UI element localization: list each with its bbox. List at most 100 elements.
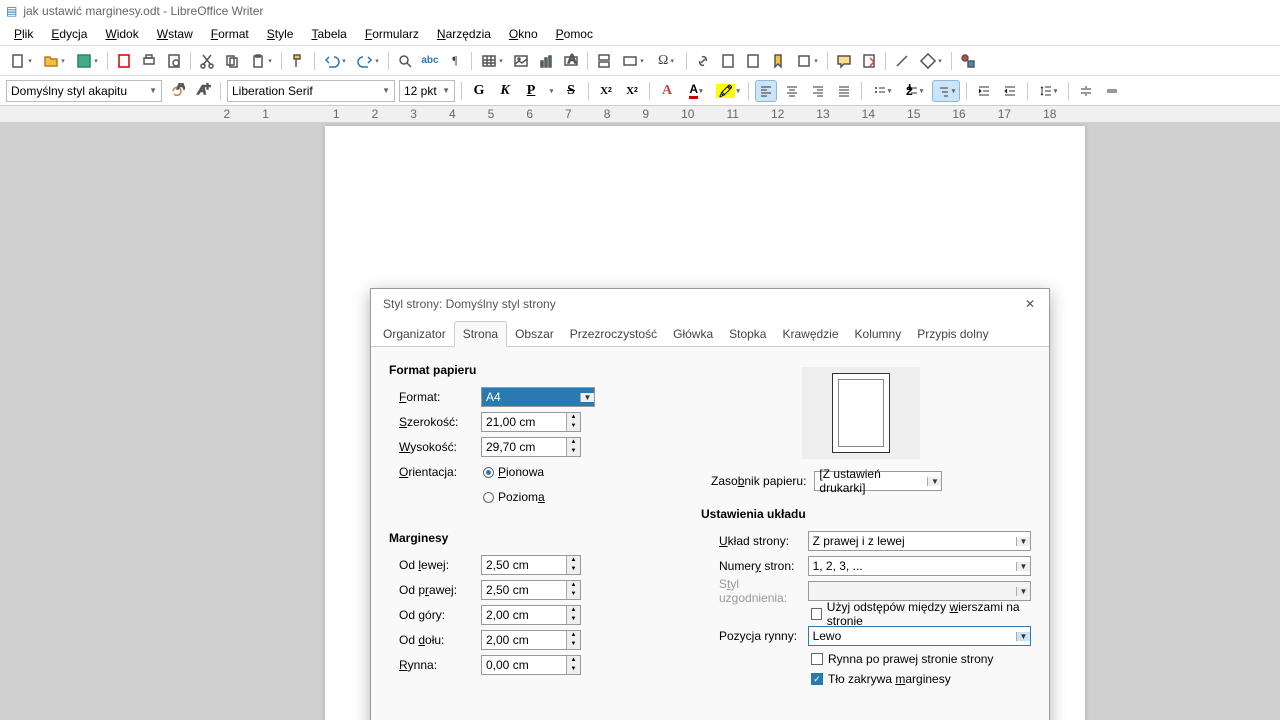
font-name-combo[interactable]: Liberation Serif▼ [227, 80, 395, 102]
redo-icon[interactable] [353, 50, 383, 72]
number-list-button[interactable]: 12 [900, 80, 928, 102]
cut-icon[interactable] [196, 50, 218, 72]
hyperlink-icon[interactable] [692, 50, 714, 72]
width-input[interactable]: 21,00 cm▲▼ [481, 412, 581, 432]
find-icon[interactable] [394, 50, 416, 72]
save-icon[interactable] [72, 50, 102, 72]
paper-tray-select[interactable]: [Z ustawień drukarki]▼ [814, 471, 942, 491]
dec-indent-button[interactable] [999, 80, 1021, 102]
textbox-icon[interactable]: A [560, 50, 582, 72]
inc-para-spacing-button[interactable] [1075, 80, 1097, 102]
margin-top-input[interactable]: 2,00 cm▲▼ [481, 605, 581, 625]
menu-window[interactable]: Okno [501, 25, 546, 43]
dec-para-spacing-button[interactable] [1101, 80, 1123, 102]
menu-edit[interactable]: Edycja [43, 25, 95, 43]
basic-shapes-icon[interactable] [916, 50, 946, 72]
inc-indent-button[interactable] [973, 80, 995, 102]
menu-insert[interactable]: Wstaw [149, 25, 201, 43]
field-icon[interactable] [618, 50, 648, 72]
align-left-button[interactable] [755, 80, 777, 102]
table-icon[interactable] [477, 50, 507, 72]
export-pdf-icon[interactable] [113, 50, 135, 72]
tab-footer[interactable]: Stopka [721, 322, 774, 346]
margin-bottom-input[interactable]: 2,00 cm▲▼ [481, 630, 581, 650]
gutter-input[interactable]: 0,00 cm▲▼ [481, 655, 581, 675]
tab-borders[interactable]: Krawędzie [774, 322, 846, 346]
open-icon[interactable] [39, 50, 69, 72]
page-break-icon[interactable] [593, 50, 615, 72]
bookmark-icon[interactable] [767, 50, 789, 72]
clone-formatting-icon[interactable] [287, 50, 309, 72]
height-input[interactable]: 29,70 cm▲▼ [481, 437, 581, 457]
subscript-button[interactable]: X2 [621, 80, 643, 102]
orientation-portrait-radio[interactable]: Pionowa [481, 463, 544, 481]
cross-ref-icon[interactable] [792, 50, 822, 72]
comment-icon[interactable] [833, 50, 855, 72]
endnote-icon[interactable] [742, 50, 764, 72]
close-icon[interactable]: ✕ [1021, 295, 1039, 313]
page-numbers-select[interactable]: 1, 2, 3, ...▼ [808, 556, 1031, 576]
spellcheck-icon[interactable]: abc [419, 50, 441, 72]
use-spacing-checkbox[interactable]: Użyj odstępów między wierszami na stroni… [811, 604, 1031, 624]
menu-format[interactable]: Format [203, 25, 257, 43]
gutter-right-checkbox[interactable]: Rynna po prawej stronie strony [811, 649, 1031, 669]
line-icon[interactable] [891, 50, 913, 72]
menu-view[interactable]: Widok [97, 25, 146, 43]
paste-icon[interactable] [246, 50, 276, 72]
font-color-icon[interactable]: A [682, 80, 710, 102]
bold-button[interactable]: G [468, 80, 490, 102]
highlight-icon[interactable]: 🖍 [714, 80, 742, 102]
outline-button[interactable] [932, 80, 960, 102]
new-icon[interactable] [6, 50, 36, 72]
horizontal-ruler[interactable]: 21123456789101112131415161718 [0, 106, 1280, 122]
menu-bar[interactable]: Plik Edycja Widok Wstaw Format Style Tab… [0, 22, 1280, 46]
tab-area[interactable]: Obszar [507, 322, 562, 346]
footnote-icon[interactable] [717, 50, 739, 72]
page-layout-select[interactable]: Z prawej i z lewej▼ [808, 531, 1031, 551]
tab-header[interactable]: Główka [665, 322, 721, 346]
align-right-button[interactable] [807, 80, 829, 102]
tab-columns[interactable]: Kolumny [847, 322, 910, 346]
chart-icon[interactable] [535, 50, 557, 72]
update-style-icon[interactable]: A [166, 80, 188, 102]
formatting-marks-icon[interactable]: ¶ [444, 50, 466, 72]
clear-formatting-icon[interactable]: A [656, 80, 678, 102]
print-icon[interactable] [138, 50, 160, 72]
special-char-icon[interactable]: Ω [651, 50, 681, 72]
margin-bottom-label: Od dołu: [389, 633, 481, 647]
print-preview-icon[interactable] [163, 50, 185, 72]
superscript-button[interactable]: X2 [595, 80, 617, 102]
tab-footnote[interactable]: Przypis dolny [909, 322, 996, 346]
paragraph-style-combo[interactable]: Domyślny styl akapitu▼ [6, 80, 162, 102]
gutter-pos-select[interactable]: Lewo▼ [808, 626, 1031, 646]
margin-right-input[interactable]: 2,50 cm▲▼ [481, 580, 581, 600]
track-changes-icon[interactable] [858, 50, 880, 72]
copy-icon[interactable] [221, 50, 243, 72]
orientation-landscape-radio[interactable]: Pozioma [481, 488, 545, 506]
tab-organizer[interactable]: Organizator [375, 322, 454, 346]
underline-dd[interactable] [546, 80, 556, 102]
underline-button[interactable]: P [520, 80, 542, 102]
bullet-list-button[interactable] [868, 80, 896, 102]
new-style-icon[interactable]: A+ [192, 80, 214, 102]
tab-page[interactable]: Strona [454, 321, 507, 347]
format-select[interactable]: A4▼ [481, 387, 595, 407]
menu-form[interactable]: Formularz [357, 25, 427, 43]
draw-functions-icon[interactable] [957, 50, 979, 72]
line-spacing-button[interactable] [1034, 80, 1062, 102]
margin-left-input[interactable]: 2,50 cm▲▼ [481, 555, 581, 575]
menu-styles[interactable]: Style [259, 25, 302, 43]
tab-transparency[interactable]: Przezroczystość [562, 322, 665, 346]
bg-covers-checkbox[interactable]: ✓Tło zakrywa marginesy [811, 669, 1031, 689]
italic-button[interactable]: K [494, 80, 516, 102]
align-center-button[interactable] [781, 80, 803, 102]
strike-button[interactable]: S [560, 80, 582, 102]
font-size-combo[interactable]: 12 pkt▼ [399, 80, 455, 102]
menu-table[interactable]: Tabela [303, 25, 354, 43]
undo-icon[interactable] [320, 50, 350, 72]
menu-tools[interactable]: Narzędzia [429, 25, 499, 43]
menu-help[interactable]: Pomoc [548, 25, 601, 43]
image-icon[interactable] [510, 50, 532, 72]
align-justify-button[interactable] [833, 80, 855, 102]
menu-file[interactable]: Plik [6, 25, 41, 43]
